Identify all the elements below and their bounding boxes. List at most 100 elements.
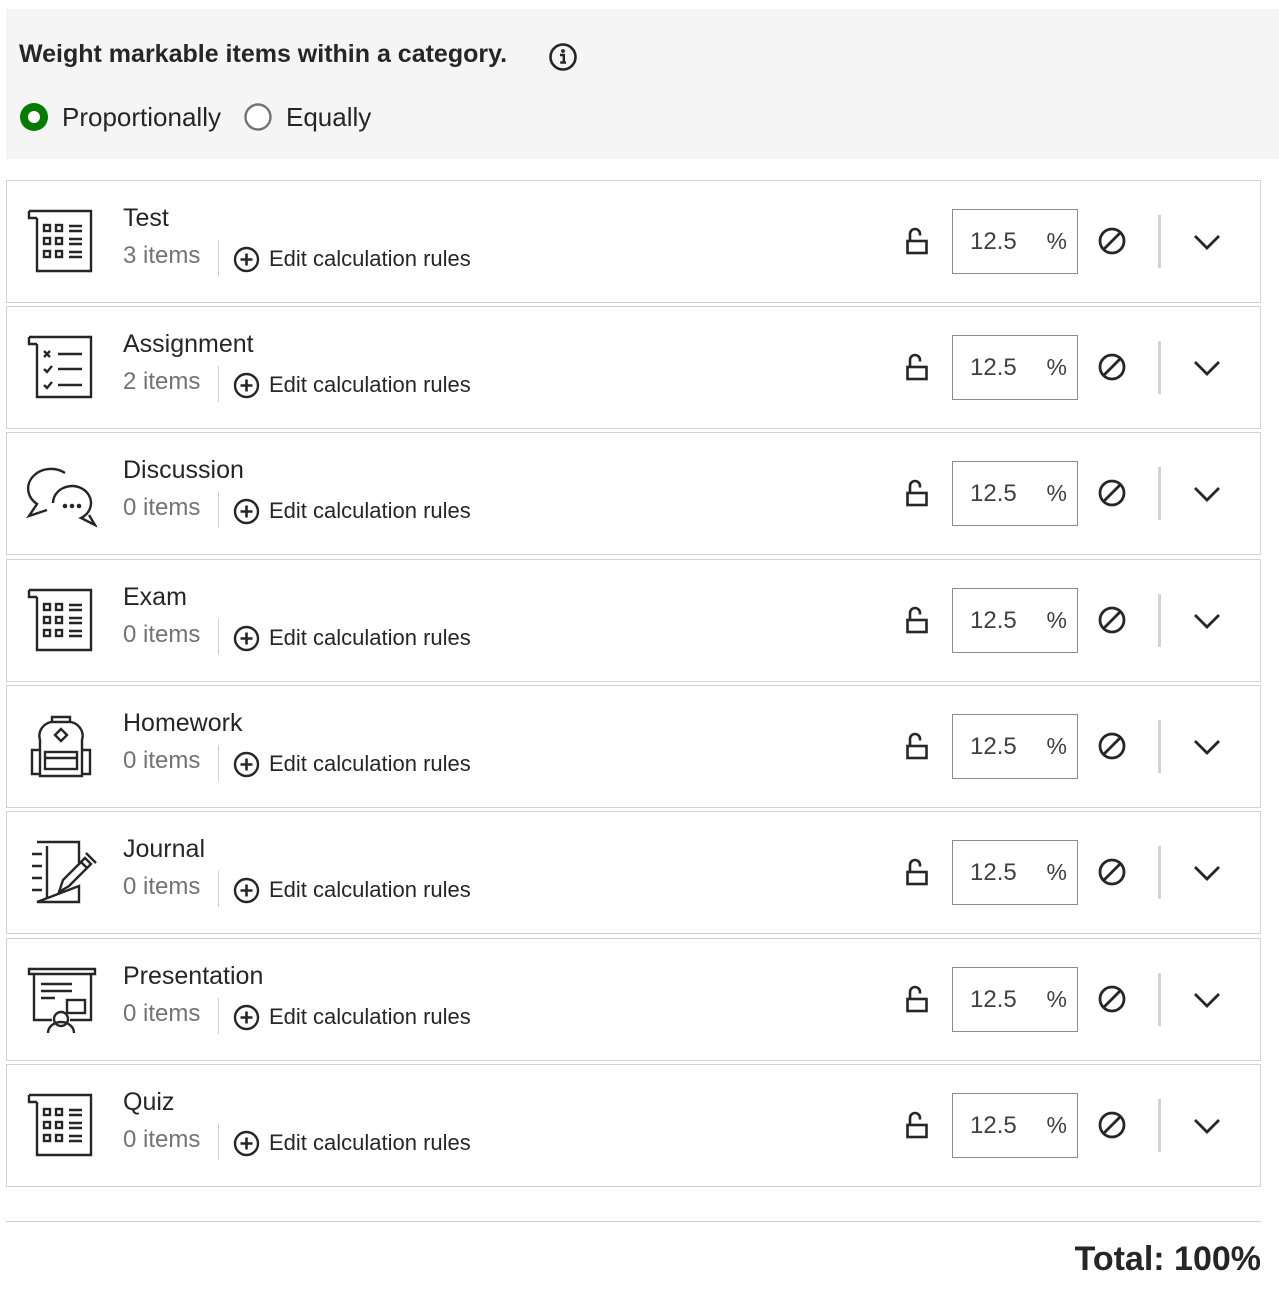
count-divider	[218, 240, 219, 276]
percent-unit: %	[1046, 859, 1067, 885]
radio-proportionally[interactable]: Proportionally	[19, 100, 221, 134]
weight-percent-input[interactable]: 12.5 %	[952, 714, 1078, 779]
plus-circle-icon	[233, 877, 260, 903]
edit-calculation-rules-label: Edit calculation rules	[269, 751, 471, 776]
plus-circle-icon	[233, 1130, 260, 1156]
weight-value: 12.5	[970, 859, 1017, 886]
presentation-board-icon	[27, 967, 97, 1034]
unlocked-padlock-icon[interactable]	[903, 604, 935, 636]
percent-unit: %	[1046, 480, 1067, 506]
row-divider	[1158, 846, 1161, 899]
unlocked-padlock-icon[interactable]	[903, 730, 935, 762]
weight-percent-input[interactable]: 12.5 %	[952, 967, 1078, 1032]
edit-calculation-rules-label: Edit calculation rules	[269, 1004, 471, 1029]
edit-calculation-rules-button[interactable]: Edit calculation rules	[233, 622, 471, 654]
category-item-count: 0 items	[123, 747, 201, 774]
category-row-exam: Exam 0 items Edit calculation rules 12.5…	[6, 559, 1261, 682]
radio-selected-indicator	[20, 103, 48, 131]
chevron-down-icon[interactable]	[1190, 856, 1224, 890]
edit-calculation-rules-label: Edit calculation rules	[269, 625, 471, 650]
exclude-icon[interactable]	[1095, 603, 1129, 637]
exclude-icon[interactable]	[1095, 224, 1129, 258]
radio-equally[interactable]: Equally	[243, 100, 371, 134]
unlocked-padlock-icon[interactable]	[903, 983, 935, 1015]
radio-unselected-indicator	[244, 103, 272, 131]
unlocked-padlock-icon[interactable]	[903, 351, 935, 383]
weight-percent-input[interactable]: 12.5 %	[952, 840, 1078, 905]
edit-calculation-rules-button[interactable]: Edit calculation rules	[233, 369, 471, 401]
chevron-down-icon[interactable]	[1190, 225, 1224, 259]
exclude-icon[interactable]	[1095, 1108, 1129, 1142]
chevron-down-icon[interactable]	[1190, 730, 1224, 764]
count-divider	[218, 619, 219, 655]
category-row-journal: Journal 0 items Edit calculation rules 1…	[6, 811, 1261, 934]
edit-calculation-rules-button[interactable]: Edit calculation rules	[233, 243, 471, 275]
chevron-down-icon[interactable]	[1190, 983, 1224, 1017]
weight-percent-input[interactable]: 12.5 %	[952, 209, 1078, 274]
exclude-icon[interactable]	[1095, 982, 1129, 1016]
weight-percent-input[interactable]: 12.5 %	[952, 588, 1078, 653]
percent-unit: %	[1046, 354, 1067, 380]
category-item-count: 3 items	[123, 242, 201, 269]
category-row-quiz: Quiz 0 items Edit calculation rules 12.5…	[6, 1064, 1261, 1187]
row-divider	[1158, 215, 1161, 268]
category-name: Discussion	[123, 456, 244, 484]
edit-calculation-rules-label: Edit calculation rules	[269, 1130, 471, 1155]
calculator-document-icon	[27, 209, 93, 273]
category-name: Exam	[123, 583, 187, 611]
weight-percent-input[interactable]: 12.5 %	[952, 461, 1078, 526]
backpack-icon	[30, 715, 92, 778]
chevron-down-icon[interactable]	[1190, 477, 1224, 511]
row-divider	[1158, 467, 1161, 520]
plus-circle-icon	[233, 751, 260, 777]
edit-calculation-rules-button[interactable]: Edit calculation rules	[233, 495, 471, 527]
edit-calculation-rules-button[interactable]: Edit calculation rules	[233, 874, 471, 906]
category-item-count: 2 items	[123, 368, 201, 395]
percent-unit: %	[1046, 228, 1067, 254]
category-row-assignment: Assignment 2 items Edit calculation rule…	[6, 306, 1261, 429]
weighting-options-panel: Weight markable items within a category.…	[6, 9, 1279, 159]
plus-circle-icon	[233, 246, 260, 272]
exclude-icon[interactable]	[1095, 855, 1129, 889]
weight-value: 12.5	[970, 480, 1017, 507]
edit-calculation-rules-button[interactable]: Edit calculation rules	[233, 1001, 471, 1033]
calculator-document-icon	[27, 588, 93, 652]
unlocked-padlock-icon[interactable]	[903, 477, 935, 509]
speech-bubbles-icon	[26, 467, 97, 528]
percent-unit: %	[1046, 607, 1067, 633]
category-item-count: 0 items	[123, 873, 201, 900]
count-divider	[218, 492, 219, 528]
weight-percent-input[interactable]: 12.5 %	[952, 1093, 1078, 1158]
row-divider	[1158, 341, 1161, 394]
notebook-pencil-icon	[32, 840, 97, 904]
unlocked-padlock-icon[interactable]	[903, 856, 935, 888]
count-divider	[218, 745, 219, 781]
unlocked-padlock-icon[interactable]	[903, 1109, 935, 1141]
category-row-presentation: Presentation 0 items Edit calculation ru…	[6, 938, 1261, 1061]
info-icon[interactable]	[548, 42, 578, 72]
edit-calculation-rules-label: Edit calculation rules	[269, 246, 471, 271]
unlocked-padlock-icon[interactable]	[903, 225, 935, 257]
weight-value: 12.5	[970, 228, 1017, 255]
chevron-down-icon[interactable]	[1190, 604, 1224, 638]
edit-calculation-rules-button[interactable]: Edit calculation rules	[233, 1127, 471, 1159]
chevron-down-icon[interactable]	[1190, 351, 1224, 385]
weighting-title: Weight markable items within a category.	[19, 40, 508, 68]
calculator-document-icon	[27, 1093, 93, 1157]
category-item-count: 0 items	[123, 1126, 201, 1153]
weight-value: 12.5	[970, 986, 1017, 1013]
exclude-icon[interactable]	[1095, 476, 1129, 510]
percent-unit: %	[1046, 733, 1067, 759]
exclude-icon[interactable]	[1095, 729, 1129, 763]
weight-value: 12.5	[970, 354, 1017, 381]
exclude-icon[interactable]	[1095, 350, 1129, 384]
category-row-discussion: Discussion 0 items Edit calculation rule…	[6, 432, 1261, 555]
category-name: Journal	[123, 835, 205, 863]
checklist-icon	[27, 335, 93, 399]
total-divider	[6, 1221, 1261, 1222]
chevron-down-icon[interactable]	[1190, 1109, 1224, 1143]
edit-calculation-rules-button[interactable]: Edit calculation rules	[233, 748, 471, 780]
weight-percent-input[interactable]: 12.5 %	[952, 335, 1078, 400]
edit-calculation-rules-label: Edit calculation rules	[269, 498, 471, 523]
count-divider	[218, 871, 219, 907]
